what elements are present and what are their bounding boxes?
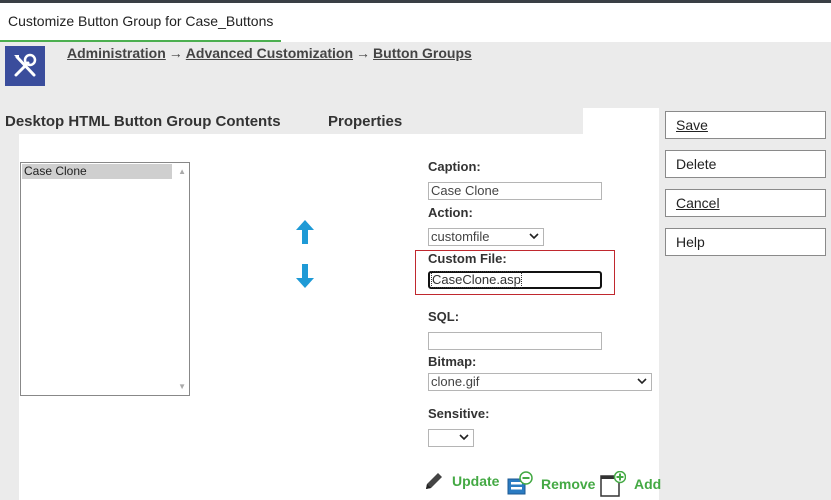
breadcrumb-advanced-customization[interactable]: Advanced Customization (186, 45, 353, 61)
tools-icon (5, 46, 45, 86)
breadcrumb-separator: → (356, 45, 371, 61)
properties-section-title: Properties (328, 113, 403, 130)
bitmap-select[interactable]: clone.gif (428, 373, 652, 391)
add-label: Add (634, 476, 662, 492)
contents-section-title: Desktop HTML Button Group Contents (5, 113, 281, 130)
breadcrumb-administration[interactable]: Administration (67, 45, 166, 61)
cancel-button[interactable]: Cancel (665, 189, 826, 217)
add-button[interactable]: Add (600, 471, 661, 497)
list-item[interactable]: Case Clone (22, 164, 172, 179)
add-icon (600, 471, 626, 497)
sql-field[interactable] (428, 332, 602, 350)
panel-corner (583, 108, 659, 134)
breadcrumb: Administration → Advanced Customization → Bu… (67, 45, 472, 61)
delete-button[interactable]: Delete (665, 150, 826, 178)
update-label: Update (452, 473, 500, 489)
remove-label: Remove (541, 476, 596, 492)
save-label: Save (676, 117, 708, 133)
chevron-down-icon (459, 434, 469, 441)
title-bar: Customize Button Group for Case_Buttons (0, 3, 831, 42)
scroll-up-icon[interactable]: ▲ (178, 167, 186, 176)
help-label: Help (676, 234, 705, 250)
save-button[interactable]: Save (665, 111, 826, 139)
chevron-down-icon (637, 378, 647, 385)
sensitive-label: Sensitive: (428, 406, 490, 421)
window-title: Customize Button Group for Case_Buttons (0, 3, 282, 42)
custom-file-field[interactable]: CaseClone.asp (428, 271, 602, 289)
remove-icon (507, 471, 533, 495)
caption-label: Caption: (428, 159, 481, 174)
caption-field[interactable]: Case Clone (428, 182, 602, 200)
pencil-icon (426, 473, 442, 489)
remove-button[interactable]: Remove (507, 471, 595, 497)
delete-label: Delete (676, 156, 717, 172)
button-group-list[interactable]: Case Clone ▲ ▼ (20, 162, 190, 396)
custom-file-value: CaseClone.asp (431, 271, 522, 288)
breadcrumb-separator: → (168, 45, 183, 61)
update-button[interactable]: Update (424, 471, 499, 491)
action-select-value: customfile (431, 229, 490, 244)
scroll-down-icon[interactable]: ▼ (178, 382, 186, 391)
arrow-up-icon[interactable] (296, 220, 314, 244)
action-label: Action: (428, 205, 473, 220)
action-select[interactable]: customfile (428, 228, 544, 246)
breadcrumb-button-groups[interactable]: Button Groups (373, 45, 472, 61)
cancel-label: Cancel (676, 195, 720, 211)
help-button[interactable]: Help (665, 228, 826, 256)
arrow-down-icon[interactable] (296, 264, 314, 288)
bitmap-select-value: clone.gif (431, 374, 480, 389)
sensitive-select[interactable] (428, 429, 474, 447)
custom-file-label: Custom File: (428, 251, 507, 266)
bitmap-label: Bitmap: (428, 354, 477, 369)
chevron-down-icon (529, 233, 539, 240)
sql-label: SQL: (428, 309, 460, 324)
